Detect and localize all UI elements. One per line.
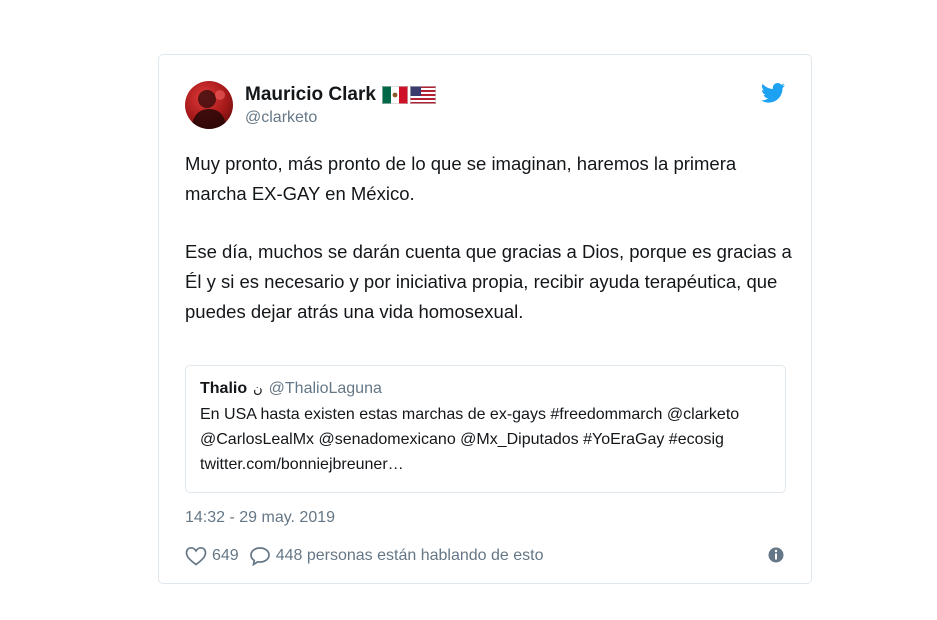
conversation-link[interactable]: 448 personas están hablando de esto [249, 546, 544, 566]
like-button[interactable]: 649 [185, 546, 239, 566]
speech-bubble-icon [249, 547, 270, 566]
quoted-author-name-mark: ن [253, 381, 263, 396]
usa-flag-icon [409, 86, 436, 104]
author-handle[interactable]: @clarketo [245, 109, 317, 127]
twitter-bird-icon[interactable] [761, 83, 785, 103]
quoted-tweet[interactable]: Thalio ن @ThalioLaguna En USA hasta exis… [185, 365, 786, 493]
tweet-body: Muy pronto, más pronto de lo que se imag… [185, 149, 795, 355]
quoted-author-name: Thalio [200, 380, 248, 397]
tweet-paragraph: Muy pronto, más pronto de lo que se imag… [185, 153, 737, 204]
quoted-author-handle: @ThalioLaguna [268, 380, 382, 397]
quoted-tweet-text: En USA hasta existen estas marchas de ex… [200, 406, 740, 473]
tweet-actions: 649 448 personas están hablando de esto [185, 543, 785, 569]
tweet-timestamp[interactable]: 14:32 - 29 may. 2019 [185, 509, 335, 527]
author-avatar[interactable] [185, 81, 233, 129]
tweet-header: Mauricio Clark @clarketo [185, 81, 785, 131]
author-display-name[interactable]: Mauricio Clark [245, 84, 376, 106]
info-icon[interactable] [767, 546, 785, 564]
author-flags [381, 86, 436, 104]
like-count: 649 [212, 547, 239, 564]
embedded-tweet-card[interactable]: Mauricio Clark @clarketo Muy pronto, más… [158, 54, 812, 584]
quoted-tweet-header: Thalio ن @ThalioLaguna [200, 380, 771, 398]
mexico-flag-icon [381, 86, 408, 104]
conversation-count: 448 personas están hablando de esto [275, 547, 544, 564]
heart-icon [185, 546, 207, 566]
author-name-line: Mauricio Clark [245, 83, 436, 107]
tweet-paragraph: Ese día, muchos se darán cuenta que grac… [185, 241, 792, 322]
